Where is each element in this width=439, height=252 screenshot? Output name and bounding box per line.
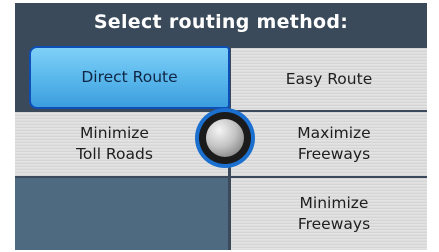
maximize-freeways-label: Maximize Freeways xyxy=(297,124,371,163)
routing-method-screen: Select routing method: Direct Route Easy… xyxy=(15,3,427,250)
knob-face xyxy=(206,119,244,157)
easy-route-label: Easy Route xyxy=(285,69,373,88)
direct-route-button[interactable]: Direct Route xyxy=(29,46,230,109)
minimize-freeways-button[interactable]: Minimize Freeways xyxy=(231,178,427,250)
direct-route-label: Direct Route xyxy=(81,68,178,86)
empty-panel xyxy=(15,178,228,250)
easy-route-button[interactable]: Easy Route xyxy=(231,48,427,110)
joystick-knob-icon xyxy=(195,108,255,168)
minimize-toll-roads-label: Minimize Toll Roads xyxy=(76,124,153,163)
minimize-freeways-label: Minimize Freeways xyxy=(297,194,371,233)
knob-inner-ring xyxy=(199,112,251,164)
maximize-freeways-button[interactable]: Maximize Freeways xyxy=(231,112,427,176)
screen-title: Select routing method: xyxy=(93,11,349,33)
